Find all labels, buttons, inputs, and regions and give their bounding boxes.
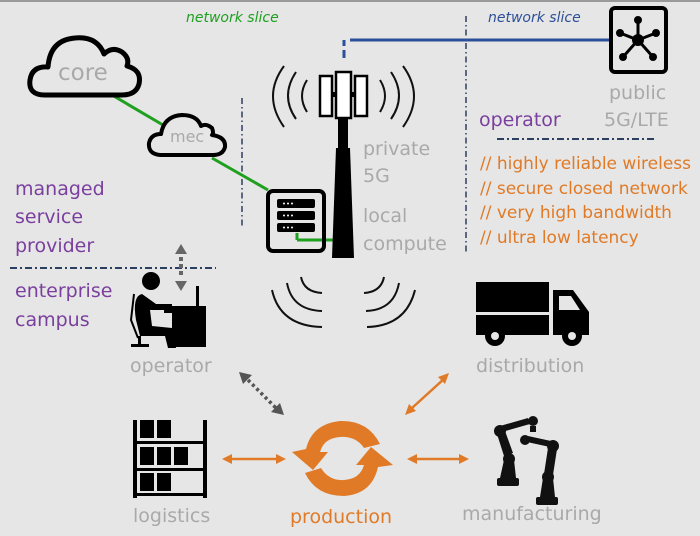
operator-desk-icon	[129, 272, 206, 348]
truck-icon	[476, 282, 589, 346]
campus-radio-waves-icon	[271, 276, 416, 328]
server-icon	[266, 189, 326, 253]
production-node-label: production	[290, 506, 393, 528]
private-5g-label-line1: private	[363, 138, 431, 160]
shelf-icon	[133, 420, 207, 498]
enterprise-zone-label-line2: campus	[15, 309, 90, 331]
public-operator-label: operator	[479, 109, 561, 131]
core-cloud-label: core	[58, 60, 108, 86]
benefit-item: // very high bandwidth	[480, 203, 672, 223]
enterprise-zone-label-line1: enterprise	[15, 280, 113, 302]
mec-cloud-label: mec	[170, 127, 205, 146]
distribution-production-arrow-icon	[405, 373, 449, 415]
operator-production-arrow-icon	[239, 372, 284, 415]
msp-zone-label-line1: managed	[15, 178, 105, 200]
private-5g-label-line2: 5G	[363, 165, 390, 187]
logistics-node-label: logistics	[133, 505, 211, 527]
robot-arms-icon	[494, 416, 559, 505]
production-cycle-icon	[292, 420, 393, 496]
benefit-item: // secure closed network	[480, 179, 688, 199]
msp-zone-label-line3: provider	[15, 235, 95, 257]
green-slice-mec-compute	[211, 156, 269, 192]
network-hub-icon	[609, 6, 668, 74]
green-network-slice-label: network slice	[186, 10, 279, 26]
local-compute-label-line2: compute	[363, 233, 447, 255]
blue-network-slice-label: network slice	[488, 10, 581, 26]
local-compute-label-line1: local	[363, 205, 408, 227]
benefit-item: // ultra low latency	[480, 228, 639, 248]
operator-node-label: operator	[130, 355, 212, 377]
manufacturing-node-label: manufacturing	[462, 503, 602, 525]
green-slice-core-mec	[111, 93, 164, 127]
cell-tower-icon	[318, 70, 369, 258]
public-network-label-line1: public	[609, 82, 667, 104]
logistics-production-arrow-icon	[222, 454, 286, 464]
production-manufacturing-arrow-icon	[407, 454, 469, 464]
public-network-label-line2: 5G/LTE	[604, 109, 669, 131]
msp-zone-label-line2: service	[15, 206, 84, 228]
distribution-node-label: distribution	[476, 355, 585, 377]
benefit-item: // highly reliable wireless	[480, 154, 692, 174]
